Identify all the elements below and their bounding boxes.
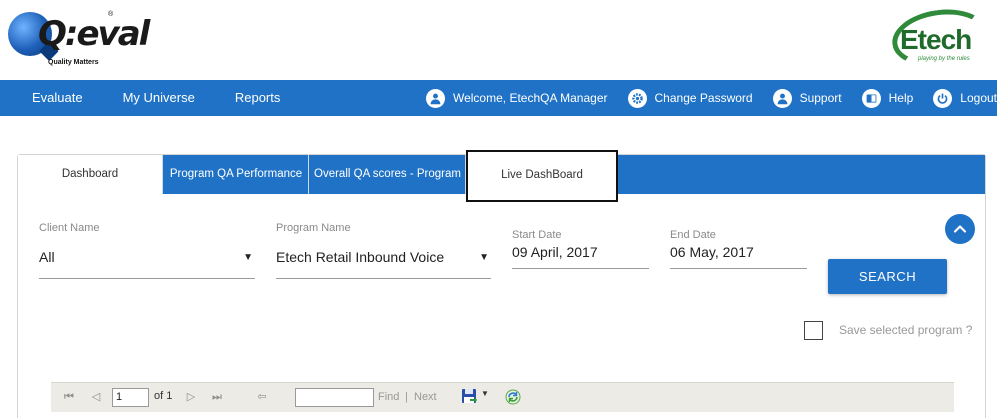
- user-icon: [425, 88, 445, 108]
- support-link[interactable]: Support: [772, 88, 842, 108]
- tab-live-dashboard[interactable]: Live DashBoard: [466, 150, 618, 202]
- chevron-up-icon: [953, 225, 967, 233]
- find-text-input[interactable]: [295, 388, 374, 407]
- save-export-icon[interactable]: [461, 388, 477, 404]
- support-text: Support: [799, 91, 842, 105]
- back-icon[interactable]: ⇦: [255, 390, 269, 404]
- program-name-value: Etech Retail Inbound Voice: [276, 249, 445, 265]
- help-link[interactable]: Help: [861, 88, 914, 108]
- start-date-value: 09 April, 2017: [512, 244, 598, 260]
- nav-reports[interactable]: Reports: [215, 80, 301, 116]
- page-number-input[interactable]: 1: [112, 388, 149, 407]
- help-text: Help: [888, 91, 914, 105]
- qeval-logo-text: Q:eval: [38, 14, 150, 54]
- client-name-field: Client Name: [39, 222, 100, 234]
- welcome-user[interactable]: Welcome, EtechQA Manager: [425, 88, 608, 108]
- logout-link[interactable]: Logout: [933, 88, 997, 108]
- save-program-checkbox[interactable]: [804, 321, 823, 340]
- main-nav: Evaluate My Universe Reports Welcome, Et…: [0, 80, 997, 116]
- end-date-input[interactable]: 06 May, 2017: [670, 241, 807, 269]
- client-dropdown-icon: ▼: [243, 252, 253, 263]
- program-name-field: Program Name: [276, 222, 351, 234]
- change-password-text: Change Password: [654, 91, 753, 105]
- etech-logo-text: Etech: [900, 24, 972, 55]
- end-date-field: End Date: [670, 229, 716, 241]
- first-page-icon[interactable]: ⏮: [62, 390, 76, 404]
- program-name-select[interactable]: Etech Retail Inbound Voice ▼: [276, 243, 491, 279]
- prev-page-icon[interactable]: ◁: [89, 390, 103, 404]
- find-separator: |: [405, 391, 408, 403]
- power-icon: [933, 88, 953, 108]
- save-program-label: Save selected program ?: [839, 323, 973, 337]
- start-date-label: Start Date: [512, 229, 562, 241]
- search-button[interactable]: SEARCH: [828, 259, 947, 294]
- logout-text: Logout: [960, 91, 997, 105]
- page-count-text: of 1: [154, 390, 173, 402]
- book-icon: [861, 88, 881, 108]
- tab-program-qa-performance[interactable]: Program QA Performance: [164, 155, 309, 194]
- dashboard-panel: Dashboard Program QA Performance Overall…: [17, 150, 986, 418]
- change-password-link[interactable]: Change Password: [627, 88, 753, 108]
- app-header: Q:eval ® Quality Matters Etech playing b…: [0, 0, 997, 80]
- refresh-icon[interactable]: [504, 388, 522, 406]
- report-toolbar: ⏮ ◁ 1 of 1 ▷ ⏭ ⇦ Find | Next ▼: [51, 382, 954, 412]
- start-date-input[interactable]: 09 April, 2017: [512, 241, 649, 269]
- export-dropdown-icon[interactable]: ▼: [481, 389, 489, 398]
- program-dropdown-icon: ▼: [479, 252, 489, 263]
- qeval-logo[interactable]: Q:eval ® Quality Matters: [8, 8, 150, 70]
- nav-my-universe[interactable]: My Universe: [103, 80, 215, 116]
- etech-tagline: playing by the rules: [918, 56, 970, 62]
- last-page-icon[interactable]: ⏭: [210, 390, 224, 404]
- end-date-label: End Date: [670, 229, 716, 241]
- user-nav: Welcome, EtechQA Manager Change Password…: [425, 80, 997, 116]
- etech-logo: Etech playing by the rules: [888, 3, 992, 73]
- nav-evaluate[interactable]: Evaluate: [0, 80, 103, 116]
- dashboard-tabs: Dashboard Program QA Performance Overall…: [18, 150, 985, 202]
- next-page-icon[interactable]: ▷: [184, 390, 198, 404]
- welcome-text: Welcome, EtechQA Manager: [452, 91, 608, 105]
- client-name-select[interactable]: All ▼: [39, 243, 255, 279]
- client-name-value: All: [39, 249, 55, 265]
- support-user-icon: [772, 88, 792, 108]
- program-name-label: Program Name: [276, 222, 351, 234]
- find-link[interactable]: Find: [378, 391, 399, 403]
- end-date-value: 06 May, 2017: [670, 244, 754, 260]
- gear-icon: [627, 88, 647, 108]
- registered-mark: ®: [108, 11, 114, 18]
- nav-menu: Evaluate My Universe Reports: [0, 80, 300, 116]
- client-name-label: Client Name: [39, 222, 100, 234]
- collapse-filters-button[interactable]: [945, 214, 975, 244]
- qeval-tagline: Quality Matters: [48, 59, 99, 66]
- tab-dashboard[interactable]: Dashboard: [18, 155, 163, 194]
- tab-overall-qa-scores[interactable]: Overall QA scores - Program: [310, 155, 466, 194]
- find-next-link[interactable]: Next: [414, 391, 437, 403]
- start-date-field: Start Date: [512, 229, 562, 241]
